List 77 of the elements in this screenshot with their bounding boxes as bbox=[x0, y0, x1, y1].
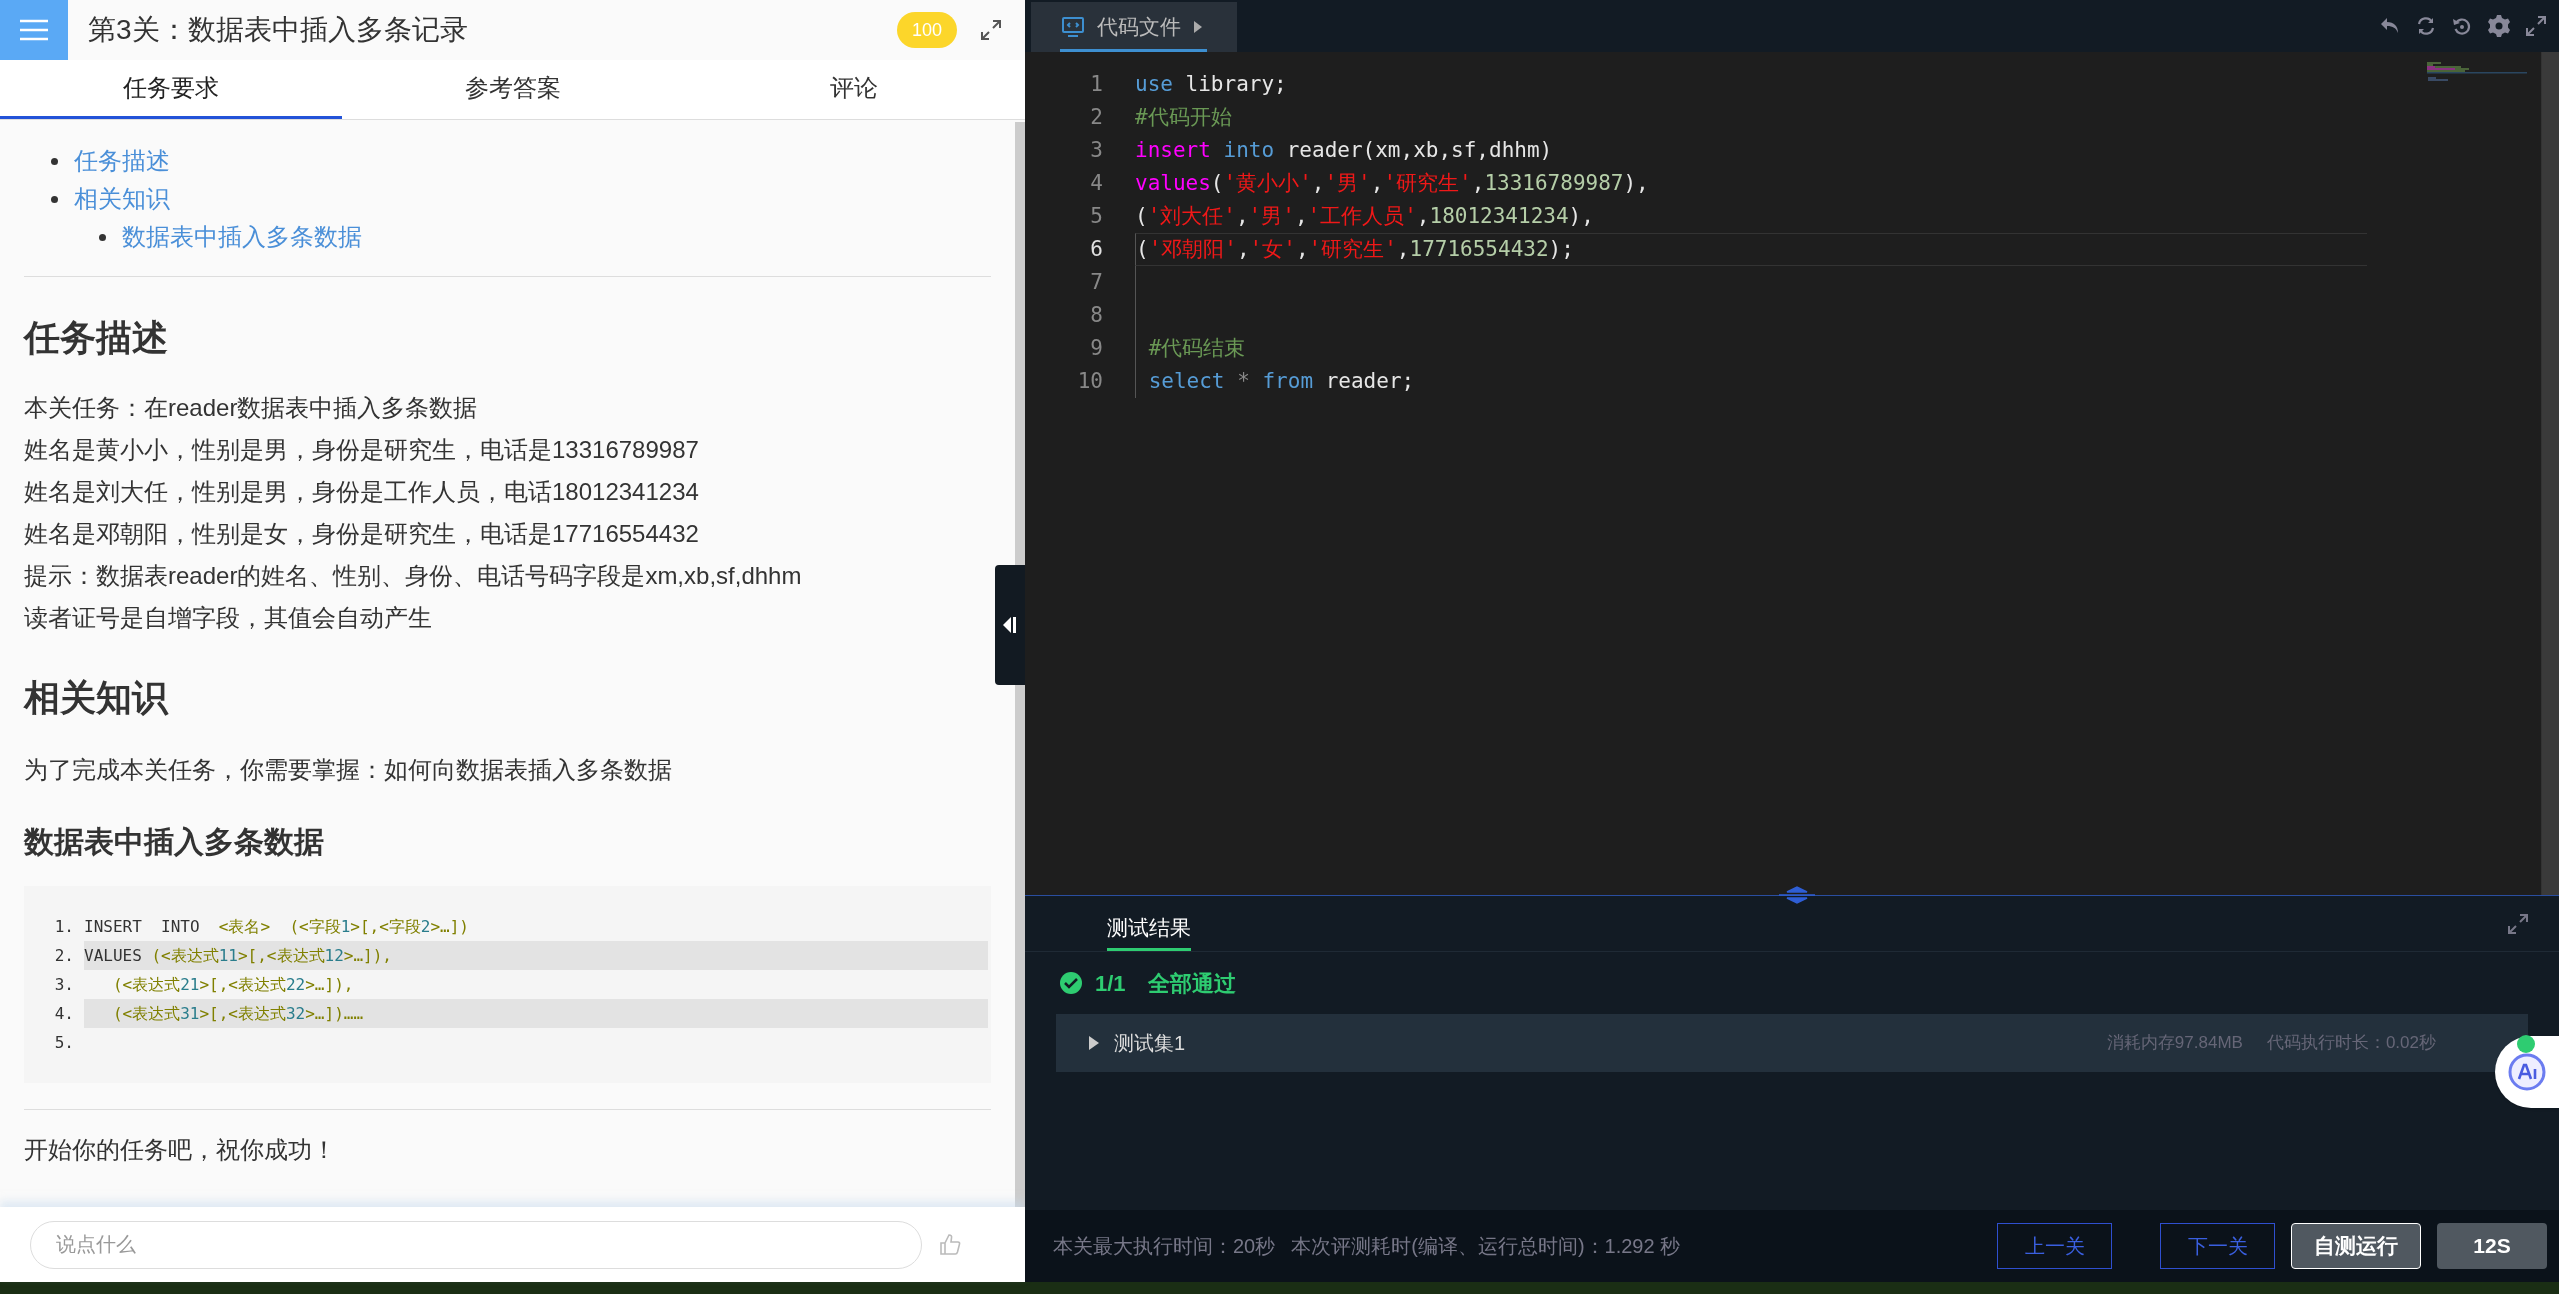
line-number: 4 bbox=[1089, 169, 1103, 197]
comment-field[interactable]: 说点什么 bbox=[30, 1220, 922, 1269]
page-title: 第3关：数据表中插入多条记录 bbox=[88, 13, 468, 47]
execution-time: 代码执行时长：0.02秒 bbox=[2266, 1032, 2436, 1055]
bullet-icon bbox=[51, 195, 58, 203]
line-number: 1 bbox=[1089, 70, 1103, 98]
code-line: (<表达式31>[,<表达式32>…])…… bbox=[111, 1002, 364, 1025]
run-button[interactable]: 自测运行 bbox=[2291, 1223, 2421, 1269]
code-line: INSERT INTO <表名> (<字段1>[,<字段2>…]) bbox=[84, 915, 469, 938]
restore-icon[interactable] bbox=[2451, 15, 2473, 37]
line-number: 3. bbox=[53, 973, 75, 996]
paragraph: 开始你的任务吧，祝你成功！ bbox=[24, 1135, 337, 1165]
resize-handle-icon[interactable] bbox=[1777, 886, 1817, 904]
code-line: VALUES (<表达式11>[,<表达式12>…]), bbox=[84, 944, 392, 967]
panel-tab[interactable]: 参考答案 bbox=[341, 60, 684, 119]
expand-icon[interactable] bbox=[2507, 912, 2529, 935]
text-line: 读者证号是自增字段，其值会自动产生 bbox=[24, 603, 433, 633]
code-line: #代码结束 bbox=[1147, 334, 1246, 362]
line-number: 9 bbox=[1089, 334, 1103, 362]
results-tab[interactable]: 测试结果 bbox=[1107, 896, 1191, 951]
line-number: 3 bbox=[1089, 136, 1103, 164]
pass-count: 1/1 bbox=[1095, 969, 1126, 998]
code-line: (<表达式21>[,<表达式22>…]), bbox=[111, 973, 354, 996]
ai-assistant-button[interactable] bbox=[2495, 1036, 2559, 1108]
subsection-heading: 数据表中插入多条数据 bbox=[24, 824, 325, 860]
line-number: 6 bbox=[1089, 235, 1103, 263]
code-line: ('邓朝阳','女','研究生',17716554432); bbox=[1136, 235, 1574, 263]
menu-icon bbox=[18, 18, 50, 42]
text-line: 姓名是黄小小，性别是男，身份是研究生，电话是13316789987 bbox=[24, 435, 700, 465]
expand-icon[interactable] bbox=[980, 19, 1002, 41]
line-number: 5. bbox=[53, 1031, 75, 1054]
settings-icon[interactable] bbox=[2487, 14, 2511, 38]
code-line: insert into reader(xm,xb,sf,dhhm) bbox=[1135, 136, 1553, 164]
test-set-name: 测试集1 bbox=[1114, 1031, 1186, 1056]
ai-icon bbox=[2507, 1052, 2547, 1092]
line-number: 5 bbox=[1089, 202, 1103, 230]
memory-usage: 消耗内存97.84MB bbox=[2106, 1032, 2243, 1055]
refresh-icon[interactable] bbox=[2415, 15, 2437, 37]
line-number: 8 bbox=[1089, 301, 1103, 329]
line-number: 2. bbox=[53, 944, 75, 967]
expand-arrow-icon bbox=[1088, 1035, 1100, 1051]
line-number: 2 bbox=[1089, 103, 1103, 131]
code-line: values('黄小小','男','研究生',13316789987), bbox=[1135, 169, 1649, 197]
line-number: 1. bbox=[53, 915, 75, 938]
pass-status: 全部通过 bbox=[1147, 969, 1236, 998]
score-badge: 100 bbox=[897, 12, 957, 48]
line-number: 10 bbox=[1076, 367, 1103, 395]
text-line: 姓名是邓朝阳，性别是女，身份是研究生，电话是17716554432 bbox=[24, 519, 700, 549]
max-time-text: 本关最大执行时间：20秒 bbox=[1053, 1234, 1276, 1259]
bullet-icon bbox=[99, 233, 106, 241]
text-line: 本关任务：在reader数据表中插入多条数据 bbox=[24, 393, 479, 423]
line-number: 7 bbox=[1089, 268, 1103, 296]
section-heading: 相关知识 bbox=[24, 676, 170, 720]
bullet-icon bbox=[51, 157, 58, 165]
panel-tab[interactable]: 评论 bbox=[683, 60, 1025, 119]
play-icon bbox=[1193, 20, 1203, 34]
text-line: 提示：数据表reader的姓名、性别、身份、电话号码字段是xm,xb,sf,dhhm bbox=[24, 561, 803, 591]
paragraph: 为了完成本关任务，你需要掌握：如何向数据表插入多条数据 bbox=[24, 755, 673, 785]
code-line: #代码开始 bbox=[1135, 103, 1232, 131]
thumbs-up-icon[interactable] bbox=[938, 1232, 962, 1257]
file-tab-label: 代码文件 bbox=[1097, 14, 1181, 41]
check-circle-icon bbox=[1059, 971, 1083, 995]
line-number: 4. bbox=[53, 1002, 75, 1025]
panel-tab[interactable]: 任务要求 bbox=[0, 60, 342, 119]
fullscreen-icon[interactable] bbox=[2525, 15, 2547, 37]
test-set-row[interactable]: 测试集1 消耗内存97.84MB 代码执行时长：0.02秒 bbox=[1056, 1014, 2528, 1072]
code-line: use library; bbox=[1135, 70, 1287, 98]
collapse-panel-button[interactable] bbox=[995, 565, 1025, 685]
elapsed-time-text: 本次评测耗时(编译、运行总时间)：1.292 秒 bbox=[1291, 1234, 1681, 1259]
text-line: 姓名是刘大任，性别是男，身份是工作人员，电话18012341234 bbox=[24, 477, 700, 507]
collapse-left-icon bbox=[1002, 616, 1018, 634]
code-line: select * from reader; bbox=[1147, 367, 1415, 395]
code-file-icon bbox=[1061, 16, 1085, 38]
submit-button[interactable]: 12S bbox=[2437, 1223, 2547, 1269]
section-heading: 任务描述 bbox=[24, 316, 169, 360]
file-tab[interactable]: 代码文件 bbox=[1031, 2, 1237, 52]
code-line: ('刘大任','男','工作人员',18012341234), bbox=[1135, 202, 1594, 230]
